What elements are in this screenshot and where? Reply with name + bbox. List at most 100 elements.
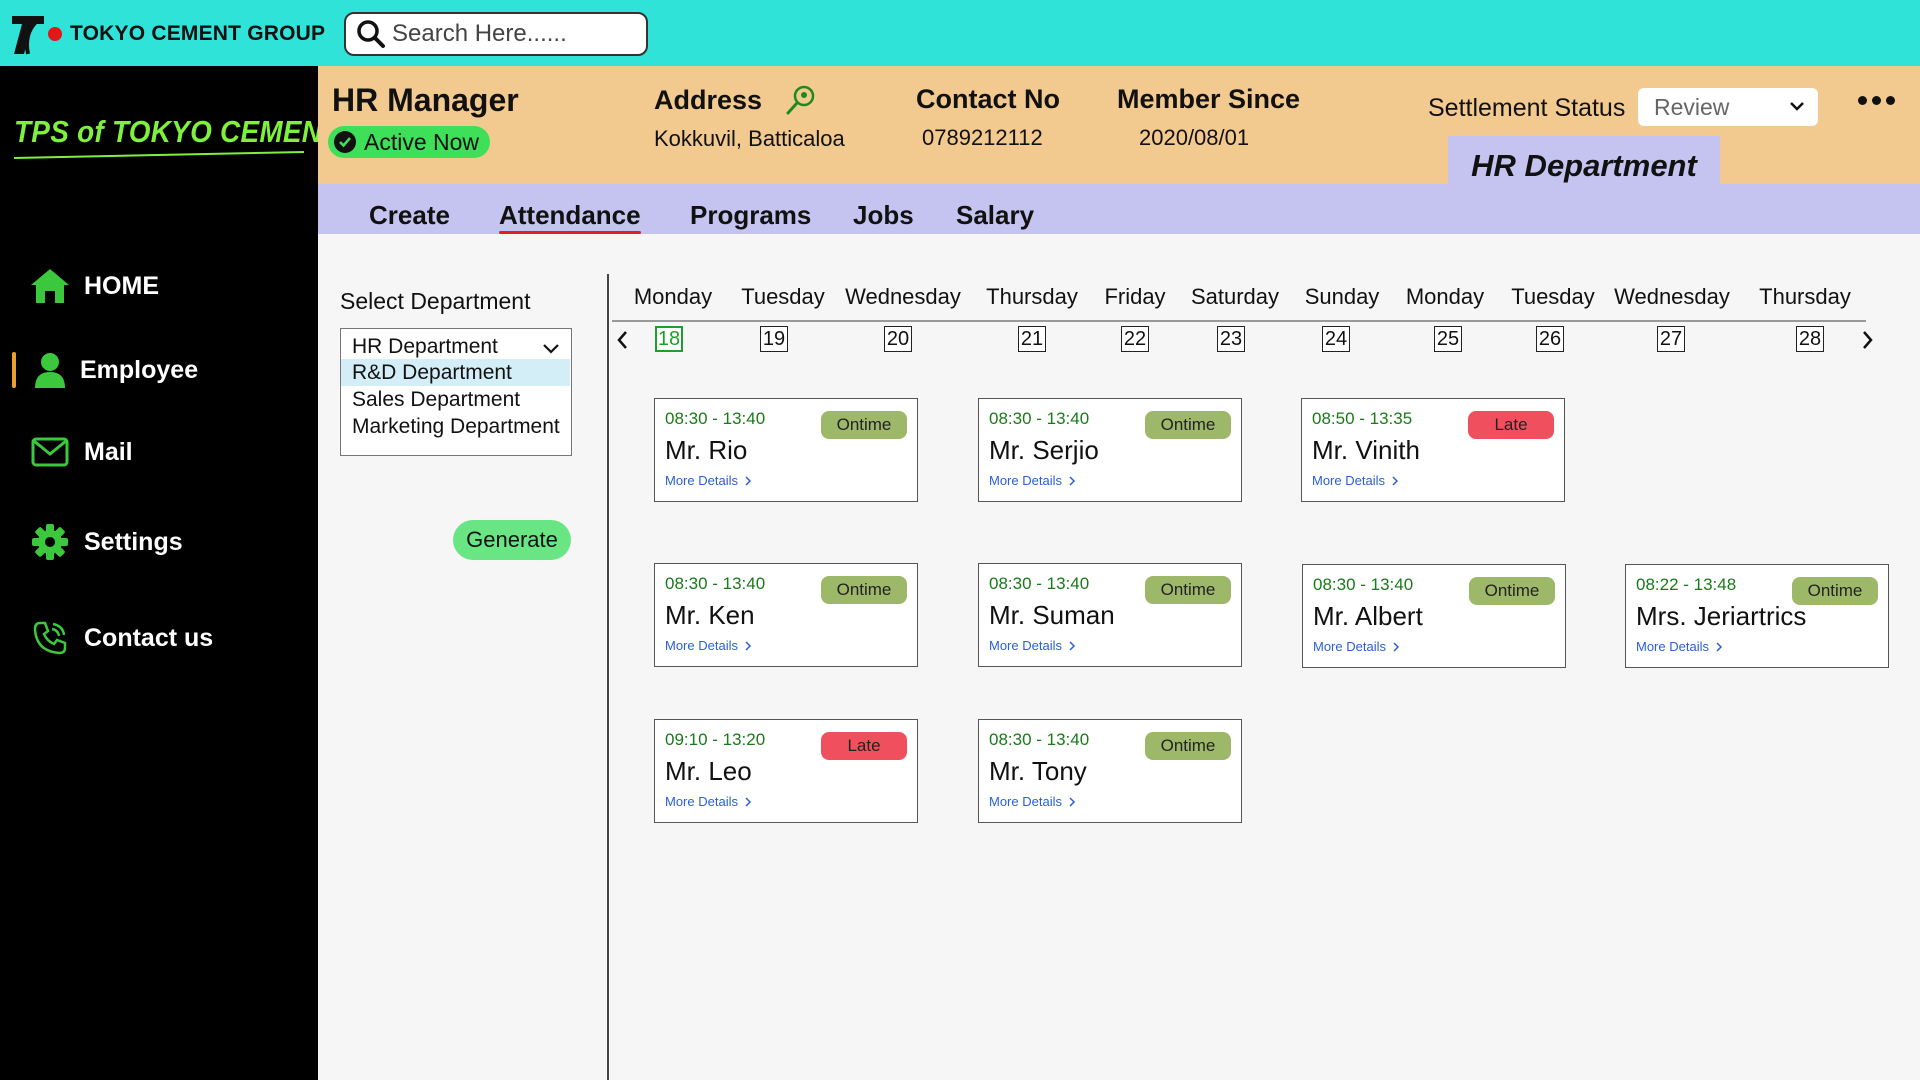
date-cell[interactable]: 25 bbox=[1434, 326, 1462, 352]
more-details-link[interactable]: More Details bbox=[1312, 473, 1399, 488]
attendance-card[interactable]: 08:30 - 13:40 Ontime Mr. Ken More Detail… bbox=[654, 563, 918, 667]
chevron-down-icon[interactable] bbox=[541, 341, 561, 357]
more-details-link[interactable]: More Details bbox=[1313, 639, 1400, 654]
day-name: Sunday bbox=[1304, 284, 1380, 309]
sidebar-item-settings[interactable]: Settings bbox=[0, 514, 318, 570]
more-details-link[interactable]: More Details bbox=[1636, 639, 1723, 654]
chevron-right-icon bbox=[745, 475, 752, 486]
more-details-label: More Details bbox=[665, 473, 738, 488]
date-cell[interactable]: 28 bbox=[1796, 326, 1824, 352]
attendance-card[interactable]: 09:10 - 13:20 Late Mr. Leo More Details bbox=[654, 719, 918, 823]
date-cell[interactable]: 22 bbox=[1121, 326, 1149, 352]
attendance-card[interactable]: 08:50 - 13:35 Late Mr. Vinith More Detai… bbox=[1301, 398, 1565, 502]
attendance-card[interactable]: 08:30 - 13:40 Ontime Mr. Serjio More Det… bbox=[978, 398, 1242, 502]
sidebar-title-underline bbox=[14, 150, 304, 160]
chevron-right-icon bbox=[1393, 641, 1400, 652]
tab-jobs[interactable]: Jobs bbox=[853, 200, 914, 231]
attendance-card[interactable]: 08:22 - 13:48 Ontime Mrs. Jeriartrics Mo… bbox=[1625, 564, 1889, 668]
employee-name: Mr. Vinith bbox=[1312, 435, 1420, 465]
employee-name: Mr. Serjio bbox=[989, 435, 1099, 465]
status-badge: Late bbox=[821, 732, 907, 760]
date-cell[interactable]: 21 bbox=[1018, 326, 1046, 352]
calendar-day-names: Monday Tuesday Wednesday Thursday Friday… bbox=[618, 284, 1880, 314]
day-name: Monday bbox=[633, 284, 713, 309]
card-time: 08:30 - 13:40 bbox=[989, 730, 1090, 749]
employee-name: Mrs. Jeriartrics bbox=[1636, 601, 1807, 631]
contact-value: 0789212112 bbox=[922, 125, 1043, 150]
date-cell[interactable]: 23 bbox=[1217, 326, 1245, 352]
calendar-date-row: 18 19 20 21 22 23 24 25 26 27 28 bbox=[612, 324, 1902, 356]
department-option[interactable]: HR Department bbox=[341, 333, 570, 360]
status-text: Active Now bbox=[364, 128, 480, 155]
employee-name: Mr. Suman bbox=[989, 600, 1115, 630]
card-time: 08:30 - 13:40 bbox=[665, 409, 766, 428]
settlement-status-value: Review bbox=[1654, 93, 1730, 120]
date-cell[interactable]: 19 bbox=[760, 326, 788, 352]
status-badge: Ontime bbox=[1145, 732, 1231, 760]
department-select[interactable]: HR Department R&D Department Sales Depar… bbox=[340, 328, 572, 456]
chevron-right-icon bbox=[1069, 475, 1076, 486]
date-cell[interactable]: 24 bbox=[1322, 326, 1350, 352]
brand[interactable]: TOKYO CEMENT GROUP bbox=[10, 12, 325, 56]
tab-create[interactable]: Create bbox=[369, 200, 450, 231]
sidebar-title-text: TPS of TOKYO CEMENT bbox=[14, 114, 340, 149]
sidebar-item-employee[interactable]: Employee bbox=[0, 342, 318, 398]
member-since-value: 2020/08/01 bbox=[1139, 125, 1250, 150]
date-cell[interactable]: 20 bbox=[884, 326, 912, 352]
day-name: Monday bbox=[1405, 284, 1485, 309]
employee-name: Mr. Leo bbox=[665, 756, 752, 786]
search-box[interactable] bbox=[344, 12, 648, 56]
calendar-divider bbox=[612, 320, 1866, 322]
generate-button[interactable]: Generate bbox=[453, 520, 571, 560]
attendance-card[interactable]: 08:30 - 13:40 Ontime Mr. Suman More Deta… bbox=[978, 563, 1242, 667]
more-details-link[interactable]: More Details bbox=[989, 794, 1076, 809]
department-option-selected[interactable]: R&D Department bbox=[341, 359, 570, 386]
sidebar-item-label: Settings bbox=[84, 527, 183, 556]
more-options-icon[interactable] bbox=[1858, 96, 1895, 105]
chevron-right-icon[interactable] bbox=[1856, 326, 1878, 354]
status-badge: Ontime bbox=[821, 576, 907, 604]
tab-attendance[interactable]: Attendance bbox=[499, 200, 641, 234]
more-details-link[interactable]: More Details bbox=[665, 794, 752, 809]
tab-salary[interactable]: Salary bbox=[956, 200, 1034, 231]
chevron-right-icon bbox=[745, 640, 752, 651]
card-time: 08:22 - 13:48 bbox=[1636, 575, 1737, 594]
more-details-link[interactable]: More Details bbox=[989, 638, 1076, 653]
day-name: Thursday bbox=[1759, 284, 1851, 309]
location-search-icon[interactable] bbox=[784, 84, 818, 116]
search-input[interactable] bbox=[392, 20, 632, 48]
attendance-card[interactable]: 08:30 - 13:40 Ontime Mr. Rio More Detail… bbox=[654, 398, 918, 502]
tokyo-cement-logo-icon bbox=[10, 12, 46, 56]
search-icon[interactable] bbox=[356, 19, 386, 49]
day-name: Friday bbox=[1104, 284, 1166, 309]
sidebar-item-home[interactable]: HOME bbox=[0, 258, 318, 314]
tab-bar: Create Attendance Programs Jobs Salary bbox=[318, 184, 1920, 234]
more-details-link[interactable]: More Details bbox=[989, 473, 1076, 488]
attendance-card[interactable]: 08:30 - 13:40 Ontime Mr. Albert More Det… bbox=[1302, 564, 1566, 668]
mail-icon bbox=[28, 430, 72, 474]
employee-name: Mr. Ken bbox=[665, 600, 755, 630]
more-details-link[interactable]: More Details bbox=[665, 473, 752, 488]
more-details-link[interactable]: More Details bbox=[665, 638, 752, 653]
settlement-status-select[interactable]: Review bbox=[1638, 88, 1818, 126]
status-badge: Ontime bbox=[1145, 576, 1231, 604]
date-cell[interactable]: 26 bbox=[1536, 326, 1564, 352]
tab-programs[interactable]: Programs bbox=[690, 200, 811, 231]
status-badge: Ontime bbox=[821, 411, 907, 439]
top-bar: TOKYO CEMENT GROUP bbox=[0, 0, 1920, 66]
more-details-label: More Details bbox=[665, 638, 738, 653]
sidebar-item-contact-us[interactable]: Contact us bbox=[0, 610, 318, 666]
department-option[interactable]: Sales Department bbox=[341, 386, 570, 413]
contact-block: Contact No 0789212112 bbox=[916, 84, 1060, 151]
sidebar-item-mail[interactable]: Mail bbox=[0, 424, 318, 480]
chevron-left-icon[interactable] bbox=[612, 326, 634, 354]
card-time: 08:30 - 13:40 bbox=[989, 409, 1090, 428]
address-label: Address bbox=[654, 84, 763, 115]
attendance-card[interactable]: 08:30 - 13:40 Ontime Mr. Tony More Detai… bbox=[978, 719, 1242, 823]
date-cell[interactable]: 27 bbox=[1657, 326, 1685, 352]
department-option[interactable]: Marketing Department bbox=[341, 413, 570, 440]
status-badge: Active Now bbox=[328, 126, 490, 158]
date-cell-today[interactable]: 18 bbox=[655, 326, 683, 352]
card-time: 08:50 - 13:35 bbox=[1312, 409, 1413, 428]
sidebar-item-label: Mail bbox=[84, 437, 133, 466]
